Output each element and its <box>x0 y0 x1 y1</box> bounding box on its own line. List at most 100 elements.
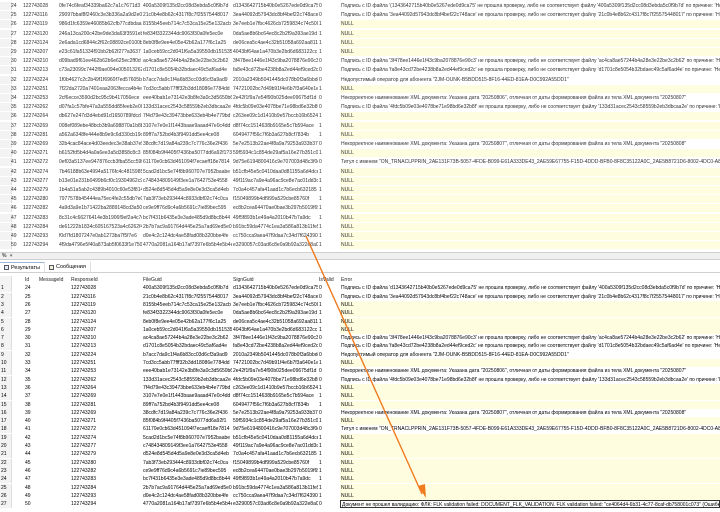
table-row[interactable]: 9 32 122743224 b7acc7da9c1f4a6b83cc03d6cf3a… <box>0 350 720 359</box>
table-row[interactable]: 18 41 122743272 61170e0cb63d451094f7ecaeff1… <box>0 425 720 434</box>
cell-id: 35 <box>25 376 31 383</box>
chevron-down-icon: ▾ <box>9 253 13 259</box>
column-header-responseid[interactable]: ResponseId <box>70 276 140 284</box>
table-row[interactable]: 7 30 122743210 ac4ca8ae57244b4a28e3e22be3c2… <box>0 334 720 343</box>
cell-n[interactable]: 24 <box>0 475 12 484</box>
cell-id: 27 <box>25 310 31 317</box>
top-cell-f: 0 <box>319 67 322 74</box>
table-row[interactable]: 23 46 122743282 ce9e9ff76d9c4a6b5691c7ie89b… <box>0 466 720 475</box>
table-row[interactable]: 12 35 122743262 133d31acec2543c58559b2eb3db… <box>0 375 720 384</box>
cell-n[interactable]: 22 <box>0 458 12 467</box>
top-cell-fguid: 2b7b7ac9a91764d445e25a7ad69ed5e0 <box>143 223 232 230</box>
cell-n[interactable]: 1 <box>0 284 12 293</box>
column-header-fileguid[interactable]: FileGuid <box>142 276 232 284</box>
top-cell-guid: e23c61fa51334f91bb2b62f27?a3637 <box>59 49 141 55</box>
cell-n[interactable]: 23 <box>0 466 12 475</box>
cell-n[interactable]: 13 <box>0 383 12 392</box>
cell-f: 0 <box>319 335 322 342</box>
tab-messages[interactable]: Сообщения <box>45 262 91 272</box>
cell-n[interactable]: 16 <box>0 408 12 417</box>
cell-rid: 122743028 <box>71 285 97 292</box>
top-cell-sguid: 2010a2349b5041445dc078b0f3a6bbdc6 <box>233 76 318 83</box>
cell-err: NULL <box>340 417 720 426</box>
cell-n[interactable]: 3 <box>0 300 12 309</box>
table-row[interactable]: 8 31 122743213 d1701c8e5054b32bdaec49c5af6a… <box>0 342 720 351</box>
cell-n[interactable]: 14 <box>0 392 12 401</box>
table-row[interactable]: 21 44 122743279 d524e8d545d4d5a9e8e0e3d3ca5… <box>0 450 720 459</box>
cell-n[interactable]: 9 <box>0 350 12 359</box>
cell-id: 47 <box>25 476 31 483</box>
cell-id: 30 <box>25 335 31 342</box>
table-row[interactable]: 22 45 122743280 7ab3f73eb293444c8933dbf02c7… <box>0 458 720 467</box>
cell-n[interactable]: 19 <box>0 433 12 442</box>
table-row[interactable]: 4 27 122743120 fe834f3322344dc9063f30a0fe5e… <box>0 309 720 318</box>
top-table-row: 48 122743284 de61222b1834c605167523a4c6262… <box>0 222 720 231</box>
cell-n[interactable]: 18 <box>0 425 12 434</box>
column-header-signguid[interactable]: SignGuid <box>232 276 318 284</box>
top-cell-rid: 122743251 <box>23 85 49 92</box>
column-header-error[interactable]: Error <box>340 276 720 284</box>
cell-n[interactable]: 26 <box>0 491 12 500</box>
tab-results[interactable]: Результаты <box>0 262 45 272</box>
table-row[interactable]: 24 47 122743283 bc7f431b6435e3e3ade485d9d8b… <box>0 475 720 484</box>
top-cell-f: 0 <box>319 12 322 19</box>
results-grid[interactable]: Id MessageId ResponseId FileGuid SignGui… <box>0 276 720 512</box>
top-table-row: 26 122743119 986d1fc6359e46085b62cfb77cdbd… <box>0 20 720 29</box>
table-row[interactable]: 11 34 122743253 eee40bab1e73142e3b8fe3a0c3d… <box>0 367 720 376</box>
cell-n[interactable]: 20 <box>0 442 12 450</box>
cell-id: 49 <box>25 492 31 499</box>
table-row[interactable]: 17 40 122743271 85f084b9f4405f7436ba5077dd6… <box>0 417 720 426</box>
cell-sguid: 3ea44092d57943dc8bf4bef22c748ace <box>233 293 318 300</box>
cell-n[interactable]: 12 <box>0 375 12 384</box>
top-cell-sguid: 3f478ee1446e1f43c9ba2078876e90c3 <box>233 58 318 65</box>
top-cell-id: 47 <box>11 214 17 221</box>
table-row[interactable]: 5 28 122743124 8eb0f8e9ee4e05e42b62a177f6c1… <box>0 317 720 326</box>
cell-n[interactable]: 10 <box>0 359 12 367</box>
table-row[interactable]: 14 37 122743269 3107e7e0e1f1443baae9aaad47e… <box>0 392 720 401</box>
cell-n[interactable]: 5 <box>0 317 12 326</box>
column-header-messageid[interactable]: MessageId <box>38 276 70 284</box>
cell-n[interactable]: 4 <box>0 309 12 318</box>
table-row[interactable]: 6 29 122743207 1a0ceb59cc2d041f6a5a39550db1… <box>0 325 720 334</box>
cell-n[interactable]: 21 <box>0 450 12 459</box>
cell-n[interactable]: 11 <box>0 367 12 376</box>
cell-rid: 122743119 <box>71 301 96 308</box>
cell-fguid: 7f4d79e43c39473bbe633eb4b4e779bd <box>143 384 231 391</box>
top-cell-fguid: fe834f3322344dc9063f30a0fe5ec0e <box>143 30 224 37</box>
table-row[interactable]: 2 25 122743116 21c0b4e8b62c4317f8c7f2557544… <box>0 292 720 301</box>
cell-n[interactable]: 2 <box>0 292 12 301</box>
table-row[interactable]: 3 26 122743119 8155b45eeb714c7c53ca15e25e13… <box>0 300 720 309</box>
column-header-id[interactable]: Id <box>24 276 38 284</box>
table-row[interactable]: 20 43 122743277 c748434809149f3ee1a7642753e… <box>0 442 720 450</box>
table-row[interactable]: 15 38 122743281 89ff7a752bd4b3f9491dd5ee4ce… <box>0 400 720 409</box>
top-cell-f: 0 <box>319 3 322 9</box>
cell-n[interactable]: 8 <box>0 342 12 351</box>
cell-rid: 122743279 <box>71 451 97 458</box>
table-row[interactable]: 25 48 122743284 2b7b7ac9a91764d445e25a7ad69… <box>0 483 720 492</box>
table-row[interactable]: 26 49 122743293 d0e4c2c124dc4ae58fad08b320b… <box>0 491 720 500</box>
top-cell-f: 1 <box>319 85 322 92</box>
table-row[interactable]: 19 42 122743274 5cad2d1bc5e74f8b960707e7952… <box>0 433 720 442</box>
cell-n[interactable]: 27 <box>0 500 12 509</box>
cell-msg <box>38 334 70 342</box>
cell-sguid: 7c0a4c457afa41aad1c7b6ecb632185 <box>233 451 317 458</box>
cell-n[interactable]: 6 <box>0 325 12 334</box>
column-header-isvalid[interactable]: IsValid <box>318 276 338 284</box>
zoom-dropdown[interactable]: % ▾ <box>0 253 12 259</box>
cell-n[interactable]: 7 <box>0 334 12 343</box>
top-cell-sguid: b51cfb45e5c0410daa0d81155a6d4dce <box>233 168 318 175</box>
pane-splitter[interactable]: % ▾ <box>0 252 720 260</box>
top-cell-guid: 2e6ada1cd6844c2f62c08892ce0100b <box>59 39 142 46</box>
cell-n[interactable]: 25 <box>0 483 12 492</box>
table-row[interactable]: 16 39 122743269 38cdfc7d19a84a239c7c776c36e… <box>0 408 720 417</box>
cell-n[interactable]: 15 <box>0 400 12 409</box>
table-row[interactable]: 1 24 122743028 400a5309f135d2cc08d3ebda5c0f… <box>0 284 720 293</box>
top-cell-err: Подпись с ID файла 'fa8e43cd72be4238b8a2… <box>341 67 720 74</box>
cell-n[interactable]: 17 <box>0 417 12 426</box>
table-row[interactable]: 13 36 122743264 7f4d79e43c39473bbe633eb4b4e… <box>0 383 720 392</box>
cell-id: 44 <box>25 451 31 458</box>
table-row[interactable]: 27 50 122743294 4770a2081a164b17af7397e6b5b… <box>0 500 720 509</box>
top-cell-fguid: 5cad2d1bc5e74f8b960707e7952baabe <box>143 168 231 175</box>
cell-f: 1 <box>319 492 322 499</box>
table-row[interactable]: 10 33 122743251 7cd3cc5abb77fff32b3dd18086e… <box>0 359 720 367</box>
